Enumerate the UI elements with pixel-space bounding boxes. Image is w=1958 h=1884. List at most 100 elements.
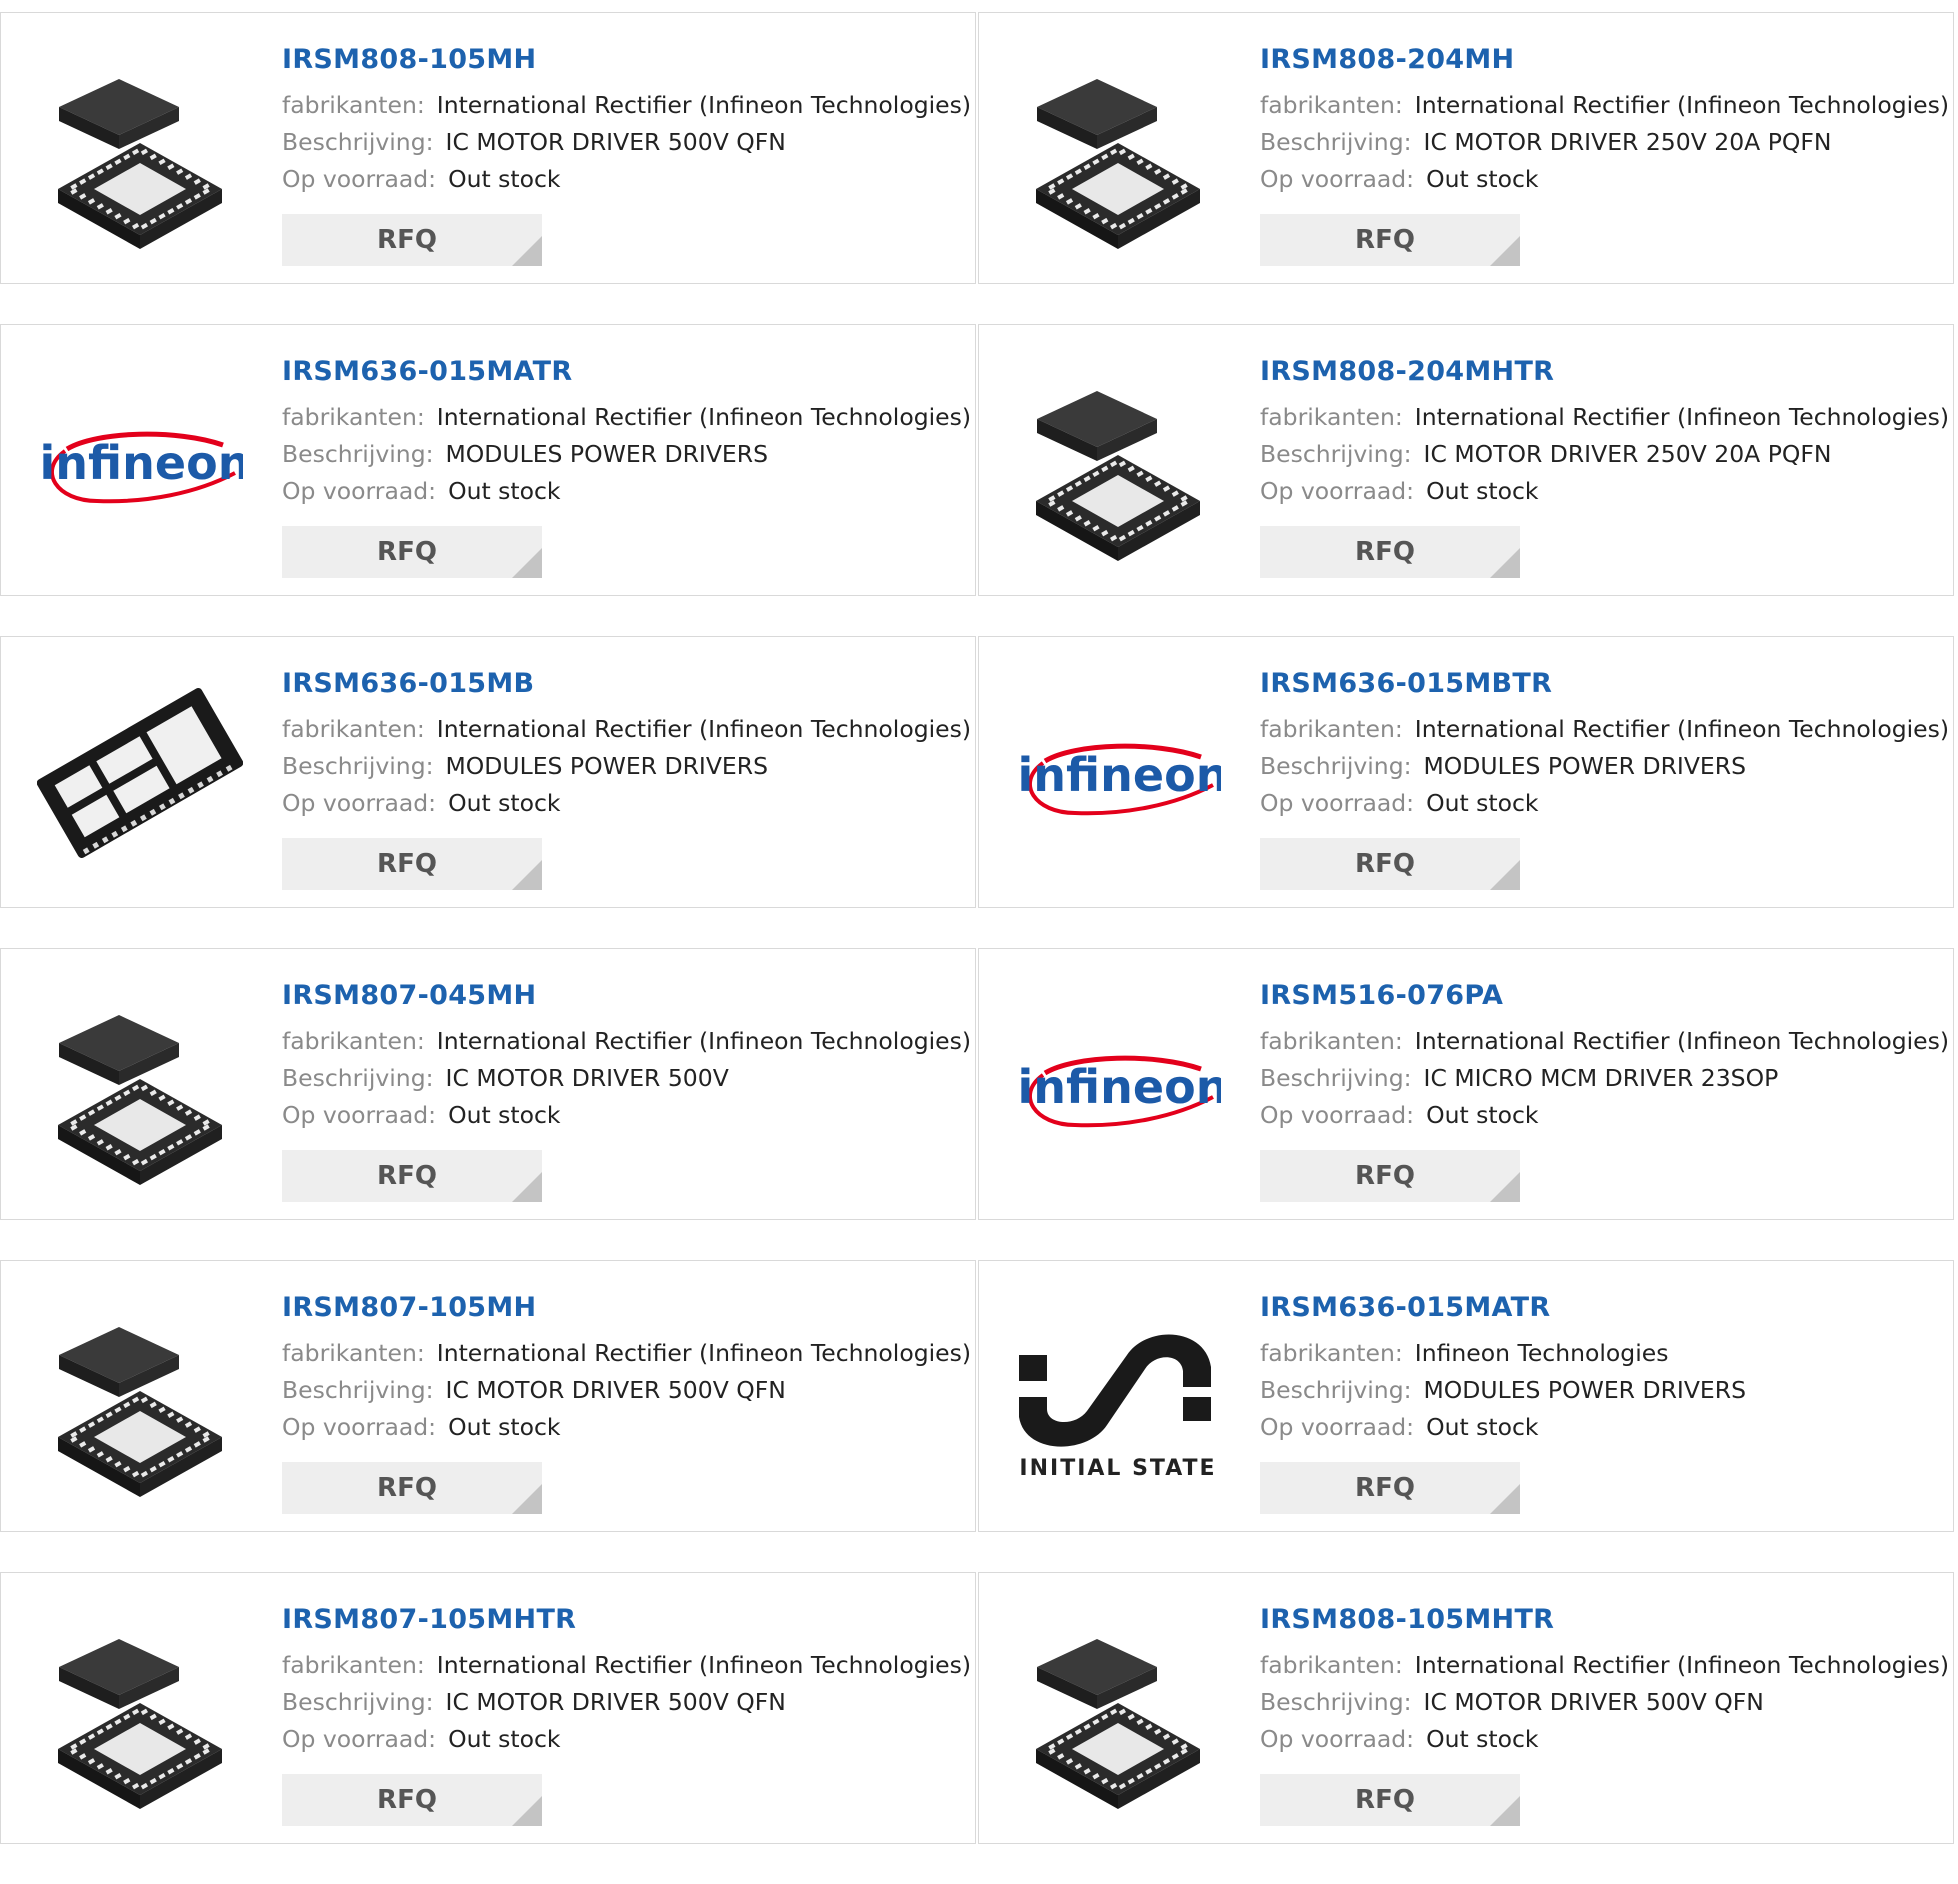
description-row: Beschrijving: IC MOTOR DRIVER 500V QFN xyxy=(282,1684,965,1721)
qfn-chip-icon xyxy=(1015,49,1221,255)
manufacturer-row: fabrikanten: International Rectifier (Inf… xyxy=(1260,1647,1949,1684)
stock-label: Op voorraad: xyxy=(282,477,437,505)
stock-value: Out stock xyxy=(448,1725,561,1753)
description-row: Beschrijving: IC MOTOR DRIVER 500V QFN xyxy=(282,124,965,161)
corner-triangle-icon xyxy=(1490,860,1520,890)
stock-row: Op voorraad: Out stock xyxy=(282,1097,965,1134)
rfq-label: RFQ xyxy=(377,537,437,567)
part-number-link[interactable]: IRSM636-015MBTR xyxy=(1260,667,1943,711)
rfq-label: RFQ xyxy=(1355,1785,1415,1815)
rfq-button[interactable]: RFQ xyxy=(1260,1774,1520,1826)
description-value: IC MOTOR DRIVER 500V QFN xyxy=(445,1376,786,1404)
manufacturer-row: fabrikanten: International Rectifier (Inf… xyxy=(1260,399,1949,436)
stock-row: Op voorraad: Out stock xyxy=(282,161,965,198)
part-number-link[interactable]: IRSM636-015MB xyxy=(282,667,965,711)
part-number-link[interactable]: IRSM516-076PA xyxy=(1260,979,1943,1023)
part-number-link[interactable]: IRSM807-045MH xyxy=(282,979,965,1023)
product-card: IRSM807-045MH fabrikanten: International … xyxy=(0,948,976,1220)
product-row: IRSM636-015MB fabrikanten: International … xyxy=(0,636,1958,911)
description-value: MODULES POWER DRIVERS xyxy=(1423,1376,1747,1404)
product-grid: IRSM808-105MH fabrikanten: International … xyxy=(0,12,1958,1884)
product-info: IRSM807-105MHTR fabrikanten: Internationa… xyxy=(282,1603,971,1758)
stock-label: Op voorraad: xyxy=(282,1413,437,1441)
corner-triangle-icon xyxy=(512,236,542,266)
rfq-button[interactable]: RFQ xyxy=(1260,1150,1520,1202)
rfq-button[interactable]: RFQ xyxy=(1260,838,1520,890)
rfq-button[interactable]: RFQ xyxy=(1260,214,1520,266)
manufacturer-label: fabrikanten: xyxy=(282,1339,425,1367)
manufacturer-value: Infineon Technologies xyxy=(1414,1339,1669,1367)
stock-value: Out stock xyxy=(1426,789,1539,817)
manufacturer-row: fabrikanten: International Rectifier (Inf… xyxy=(282,1335,971,1372)
rfq-button[interactable]: RFQ xyxy=(1260,1462,1520,1514)
product-image[interactable] xyxy=(37,1297,243,1503)
product-info: IRSM808-105MH fabrikanten: International … xyxy=(282,43,971,198)
corner-triangle-icon xyxy=(512,1484,542,1514)
manufacturer-row: fabrikanten: International Rectifier (Inf… xyxy=(282,711,971,748)
product-image[interactable] xyxy=(1015,49,1221,255)
rfq-button[interactable]: RFQ xyxy=(1260,526,1520,578)
manufacturer-value: International Rectifier (Infineon Techno… xyxy=(1414,715,1950,743)
stock-label: Op voorraad: xyxy=(1260,1725,1415,1753)
product-image[interactable] xyxy=(37,49,243,255)
product-row: IRSM807-045MH fabrikanten: International … xyxy=(0,948,1958,1223)
infineon-logo-text: infineon xyxy=(40,436,243,490)
stock-label: Op voorraad: xyxy=(1260,789,1415,817)
product-image[interactable]: infineon xyxy=(1015,985,1221,1191)
product-image[interactable] xyxy=(1015,361,1221,567)
description-label: Beschrijving: xyxy=(1260,1064,1412,1092)
part-number-link[interactable]: IRSM636-015MATR xyxy=(1260,1291,1943,1335)
rfq-button[interactable]: RFQ xyxy=(282,1150,542,1202)
manufacturer-row: fabrikanten: International Rectifier (Inf… xyxy=(282,399,971,436)
description-value: IC MOTOR DRIVER 250V 20A PQFN xyxy=(1423,128,1832,156)
product-info: IRSM636-015MB fabrikanten: International … xyxy=(282,667,971,822)
description-value: IC MOTOR DRIVER 500V QFN xyxy=(445,128,786,156)
stock-label: Op voorraad: xyxy=(1260,1413,1415,1441)
rfq-button[interactable]: RFQ xyxy=(282,214,542,266)
part-number-link[interactable]: IRSM808-204MH xyxy=(1260,43,1943,87)
manufacturer-value: International Rectifier (Infineon Techno… xyxy=(1414,1027,1950,1055)
part-number-link[interactable]: IRSM808-105MHTR xyxy=(1260,1603,1943,1647)
stock-value: Out stock xyxy=(448,477,561,505)
product-image[interactable] xyxy=(37,1609,243,1815)
stock-value: Out stock xyxy=(1426,165,1539,193)
part-number-link[interactable]: IRSM807-105MHTR xyxy=(282,1603,965,1647)
rfq-button[interactable]: RFQ xyxy=(282,1774,542,1826)
part-number-link[interactable]: IRSM807-105MH xyxy=(282,1291,965,1335)
rfq-button[interactable]: RFQ xyxy=(282,526,542,578)
part-number-link[interactable]: IRSM808-204MHTR xyxy=(1260,355,1943,399)
corner-triangle-icon xyxy=(1490,1484,1520,1514)
product-card: infineon IRSM636-015MATR fabrikanten: Int… xyxy=(0,324,976,596)
product-image[interactable] xyxy=(37,673,243,879)
product-image[interactable] xyxy=(1015,1609,1221,1815)
manufacturer-value: International Rectifier (Infineon Techno… xyxy=(436,91,972,119)
description-label: Beschrijving: xyxy=(282,752,434,780)
stock-row: Op voorraad: Out stock xyxy=(282,785,965,822)
stock-value: Out stock xyxy=(448,165,561,193)
power-module-chip-icon xyxy=(37,673,243,879)
manufacturer-label: fabrikanten: xyxy=(282,1027,425,1055)
product-image[interactable] xyxy=(37,985,243,1191)
description-row: Beschrijving: IC MOTOR DRIVER 500V xyxy=(282,1060,965,1097)
product-card: INITIAL STATE IRSM636-015MATR fabrikante… xyxy=(978,1260,1954,1532)
description-label: Beschrijving: xyxy=(1260,1376,1412,1404)
description-value: IC MOTOR DRIVER 250V 20A PQFN xyxy=(1423,440,1832,468)
corner-triangle-icon xyxy=(512,1172,542,1202)
product-image[interactable]: infineon xyxy=(1015,673,1221,879)
corner-triangle-icon xyxy=(1490,236,1520,266)
qfn-chip-icon xyxy=(37,49,243,255)
manufacturer-row: fabrikanten: Infineon Technologies xyxy=(1260,1335,1943,1372)
product-card: IRSM636-015MB fabrikanten: International … xyxy=(0,636,976,908)
stock-row: Op voorraad: Out stock xyxy=(1260,161,1943,198)
product-info: IRSM516-076PA fabrikanten: International … xyxy=(1260,979,1949,1134)
product-image[interactable]: INITIAL STATE xyxy=(1015,1297,1221,1503)
rfq-button[interactable]: RFQ xyxy=(282,1462,542,1514)
rfq-label: RFQ xyxy=(1355,849,1415,879)
part-number-link[interactable]: IRSM636-015MATR xyxy=(282,355,965,399)
product-image[interactable]: infineon xyxy=(37,361,243,567)
stock-label: Op voorraad: xyxy=(282,1101,437,1129)
stock-value: Out stock xyxy=(1426,1413,1539,1441)
part-number-link[interactable]: IRSM808-105MH xyxy=(282,43,965,87)
description-row: Beschrijving: MODULES POWER DRIVERS xyxy=(282,436,965,473)
rfq-button[interactable]: RFQ xyxy=(282,838,542,890)
